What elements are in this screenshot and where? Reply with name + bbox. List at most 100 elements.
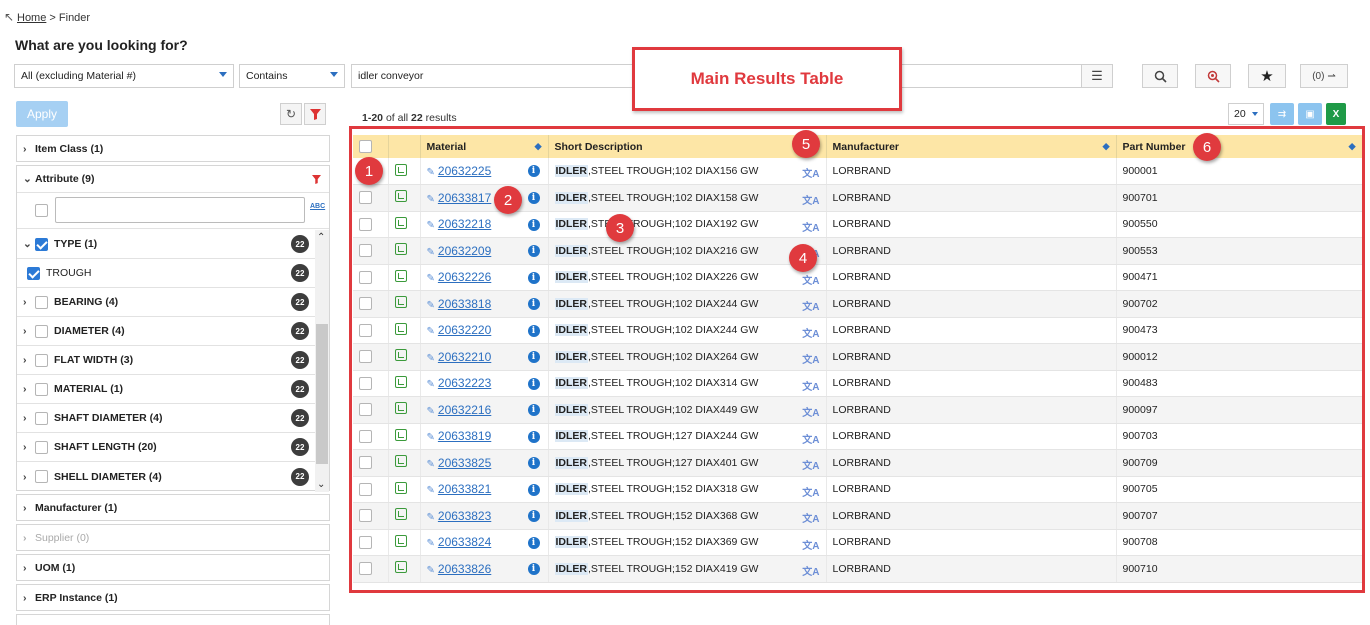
attribute-scrollbar[interactable]: ⌃ ⌄ [315, 230, 329, 492]
table-row[interactable]: ✎ 20633825 i IDLER,STEEL TROUGH;127 DIAX401… [353, 449, 1362, 477]
info-icon[interactable]: i [527, 563, 540, 575]
diameter-checkbox[interactable] [35, 324, 48, 338]
compare-button[interactable]: ▣ [1298, 103, 1322, 125]
expand-icon[interactable] [394, 508, 407, 521]
header-select-all[interactable] [353, 135, 389, 158]
table-row[interactable]: ✎ 20633818 i IDLER,STEEL TROUGH;102 DIAX244… [353, 290, 1362, 318]
table-row[interactable]: ✎ 20633823 i IDLER,STEEL TROUGH;152 DIAX368… [353, 502, 1362, 530]
translate-icon[interactable]: 文A [802, 351, 819, 366]
material-link[interactable]: 20632220 [438, 323, 491, 337]
translate-icon[interactable]: 文A [802, 457, 819, 472]
table-row[interactable]: ✎ 20632209 i IDLER,STEEL TROUGH;102 DIAX216… [353, 237, 1362, 265]
material-link[interactable]: 20633821 [438, 482, 491, 496]
row-checkbox[interactable] [359, 562, 372, 576]
shaft-diameter-checkbox[interactable] [35, 411, 48, 425]
table-row[interactable]: ✎ 20632210 i IDLER,STEEL TROUGH;102 DIAX264… [353, 343, 1362, 371]
table-row[interactable]: ✎ 20632226 i IDLER,STEEL TROUGH;102 DIAX226… [353, 264, 1362, 291]
row-checkbox[interactable] [359, 191, 372, 205]
material-link[interactable]: 20632223 [438, 376, 491, 390]
reset-filters-button[interactable]: ↻ [280, 103, 302, 125]
info-icon[interactable]: i [527, 457, 540, 469]
material-link[interactable]: 20633818 [438, 297, 491, 311]
select-all-rows-checkbox[interactable] [359, 140, 372, 153]
attribute-bearing[interactable]: › BEARING (4) 22 [17, 288, 315, 317]
sort-icon[interactable]: ◆ [535, 141, 542, 152]
scroll-down-icon[interactable]: ⌄ [317, 479, 325, 490]
row-checkbox[interactable] [359, 535, 372, 549]
favorites-button[interactable]: ★ [1248, 64, 1286, 88]
add-to-cart-button[interactable]: ⇉ [1270, 103, 1294, 125]
attribute-search-input[interactable] [55, 197, 305, 223]
material-link[interactable]: 20633823 [438, 509, 491, 523]
attribute-shaft-diameter[interactable]: › SHAFT DIAMETER (4) 22 [17, 404, 315, 433]
translate-icon[interactable]: 文A [802, 165, 819, 180]
list-view-button[interactable]: ☰ [1081, 64, 1113, 88]
row-checkbox[interactable] [359, 376, 372, 390]
trough-checkbox[interactable] [27, 266, 40, 280]
expand-icon[interactable] [394, 428, 407, 441]
cart-button[interactable]: (0) ⇀ [1300, 64, 1348, 88]
row-checkbox[interactable] [359, 403, 372, 417]
header-short-description[interactable]: Short Description◆ [548, 135, 827, 158]
table-row[interactable]: ✎ 20633819 i IDLER,STEEL TROUGH;127 DIAX244… [353, 423, 1362, 450]
page-size-select[interactable]: 20 [1228, 103, 1264, 125]
type-checkbox[interactable] [35, 237, 48, 251]
info-icon[interactable]: i [527, 218, 540, 231]
row-checkbox[interactable] [359, 350, 372, 364]
table-row[interactable]: ✎ 20633826 i IDLER,STEEL TROUGH;152 DIAX419… [353, 555, 1362, 583]
material-link[interactable]: 20633824 [438, 535, 491, 549]
attribute-value-trough[interactable]: TROUGH 22 [17, 259, 315, 288]
facet-item-class[interactable]: › Item Class (1) [16, 135, 330, 162]
info-icon[interactable]: i [527, 271, 540, 284]
attribute-diameter[interactable]: › DIAMETER (4) 22 [17, 317, 315, 346]
facet-erp-instance[interactable]: › ERP Instance (1) [16, 584, 330, 611]
scrollbar-thumb[interactable] [316, 324, 328, 464]
translate-icon[interactable]: 文A [802, 378, 819, 393]
clear-filters-button[interactable] [304, 103, 326, 125]
search-operator-select[interactable]: Contains [239, 64, 345, 88]
expand-icon[interactable] [394, 455, 407, 468]
export-excel-button[interactable]: X [1326, 103, 1346, 125]
flat-width-checkbox[interactable] [35, 353, 48, 367]
attribute-type[interactable]: ⌄ TYPE (1) 22 [17, 230, 315, 259]
info-icon[interactable]: i [527, 536, 540, 549]
info-icon[interactable]: i [527, 483, 540, 496]
info-icon[interactable]: i [527, 192, 540, 204]
search-button[interactable] [1142, 64, 1178, 88]
translate-icon[interactable]: 文A [802, 219, 819, 234]
translate-icon[interactable]: 文A [802, 510, 819, 525]
attribute-flat-width[interactable]: › FLAT WIDTH (3) 22 [17, 346, 315, 375]
sort-icon[interactable]: ◆ [1103, 141, 1110, 152]
expand-icon[interactable] [394, 402, 407, 415]
table-row[interactable]: ✎ 20632220 i IDLER,STEEL TROUGH;102 DIAX244… [353, 317, 1362, 344]
expand-icon[interactable] [394, 269, 407, 282]
shaft-length-checkbox[interactable] [35, 440, 48, 454]
row-checkbox[interactable] [359, 297, 372, 311]
select-all-checkbox[interactable] [35, 204, 48, 217]
table-row[interactable]: ✎ 20632223 i IDLER,STEEL TROUGH;102 DIAX314… [353, 370, 1362, 397]
apply-button[interactable]: Apply [16, 101, 68, 127]
translate-icon[interactable]: 文A [802, 431, 819, 446]
scroll-up-icon[interactable]: ⌃ [317, 232, 325, 243]
info-icon[interactable]: i [527, 510, 540, 522]
info-icon[interactable]: i [527, 298, 540, 310]
expand-icon[interactable] [394, 190, 407, 203]
material-link[interactable]: 20633825 [438, 456, 491, 470]
expand-icon[interactable] [394, 534, 407, 547]
header-manufacturer[interactable]: Manufacturer ◆ [826, 135, 1117, 158]
translate-icon[interactable]: 文A [802, 484, 819, 499]
row-checkbox[interactable] [359, 509, 372, 523]
expand-icon[interactable] [394, 481, 407, 494]
facet-manufacturer[interactable]: › Manufacturer (1) [16, 494, 330, 521]
expand-icon[interactable] [394, 322, 407, 335]
bearing-checkbox[interactable] [35, 295, 48, 309]
sort-icon[interactable]: ◆ [1349, 141, 1356, 152]
info-icon[interactable]: i [527, 351, 540, 363]
translate-icon[interactable]: 文A [802, 298, 819, 313]
row-checkbox[interactable] [359, 323, 372, 337]
facet-attribute-header[interactable]: ⌄ Attribute (9) [17, 166, 329, 193]
row-checkbox[interactable] [359, 429, 372, 443]
material-checkbox[interactable] [35, 382, 48, 396]
info-icon[interactable]: i [527, 165, 540, 177]
material-link[interactable]: 20633817 [438, 191, 491, 205]
